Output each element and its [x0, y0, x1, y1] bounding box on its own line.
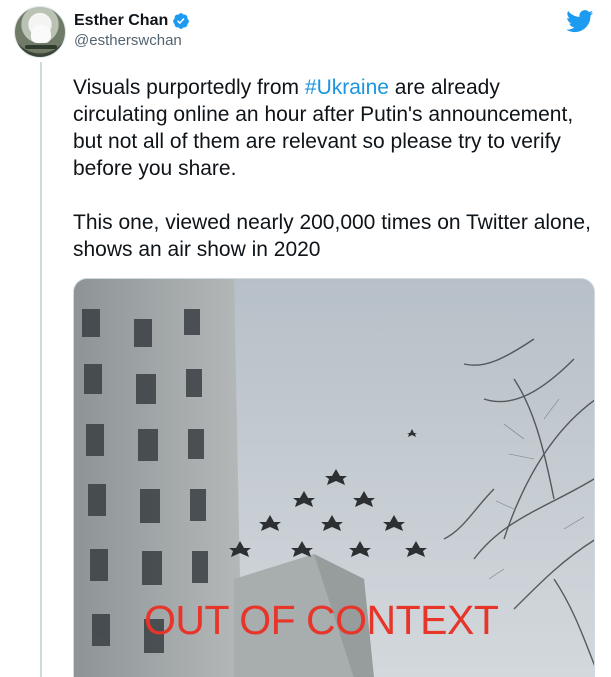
- tweet-media[interactable]: OUT OF CONTEXT: [73, 278, 595, 677]
- author-block: Esther Chan @estherswchan: [74, 12, 190, 49]
- hashtag-link[interactable]: #Ukraine: [305, 76, 389, 99]
- avatar-cat-shape: [31, 25, 51, 43]
- tweet-paragraph-1: Visuals purportedly from #Ukraine are al…: [73, 74, 593, 182]
- avatar-scooter-shape: [25, 45, 57, 49]
- tweet-text-before-tag: Visuals purportedly from: [73, 76, 305, 99]
- tweet-paragraph-2: This one, viewed nearly 200,000 times on…: [73, 211, 591, 261]
- avatar[interactable]: [14, 6, 66, 58]
- verified-badge-icon: [173, 13, 190, 29]
- tweet-card: Esther Chan @estherswchan Visuals purpor…: [0, 0, 611, 677]
- author-name-row: Esther Chan: [74, 12, 190, 30]
- twitter-bird-icon[interactable]: [566, 10, 594, 33]
- author-name[interactable]: Esther Chan: [74, 12, 168, 30]
- author-handle[interactable]: @estherswchan: [74, 32, 190, 49]
- out-of-context-label: OUT OF CONTEXT: [144, 597, 499, 643]
- thread-line: [40, 62, 42, 677]
- tweet-text: Visuals purportedly from #Ukraine are al…: [73, 74, 593, 290]
